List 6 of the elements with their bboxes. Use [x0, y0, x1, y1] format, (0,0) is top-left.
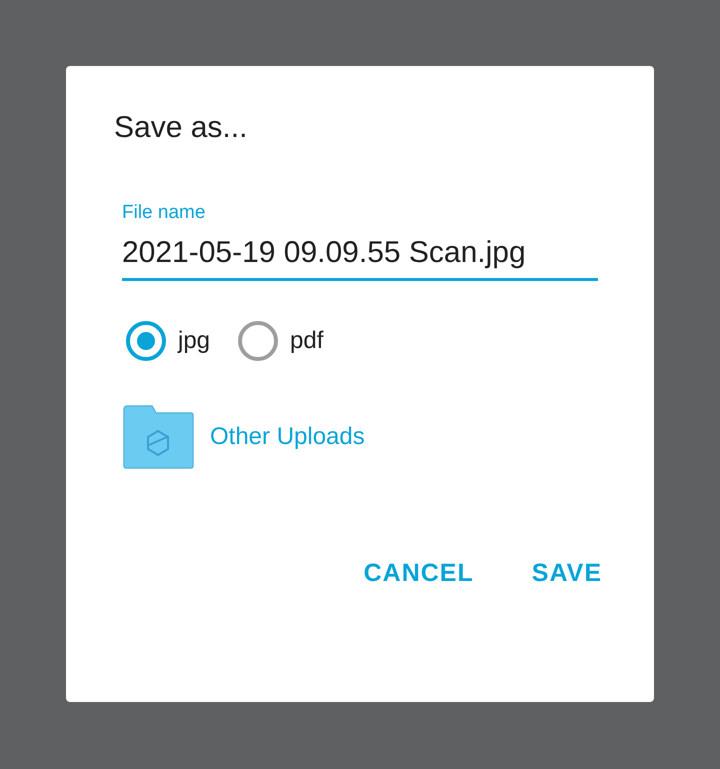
format-radio[interactable]: jpg [126, 321, 210, 361]
dialog-title: Save as... [114, 110, 248, 146]
folder-icon [122, 405, 194, 469]
file-name-field[interactable]: 2021-05-19 09.09.55 Scan.jpg [122, 234, 598, 281]
field-label: File name [122, 202, 206, 224]
format-radio[interactable]: pdf [238, 321, 324, 361]
